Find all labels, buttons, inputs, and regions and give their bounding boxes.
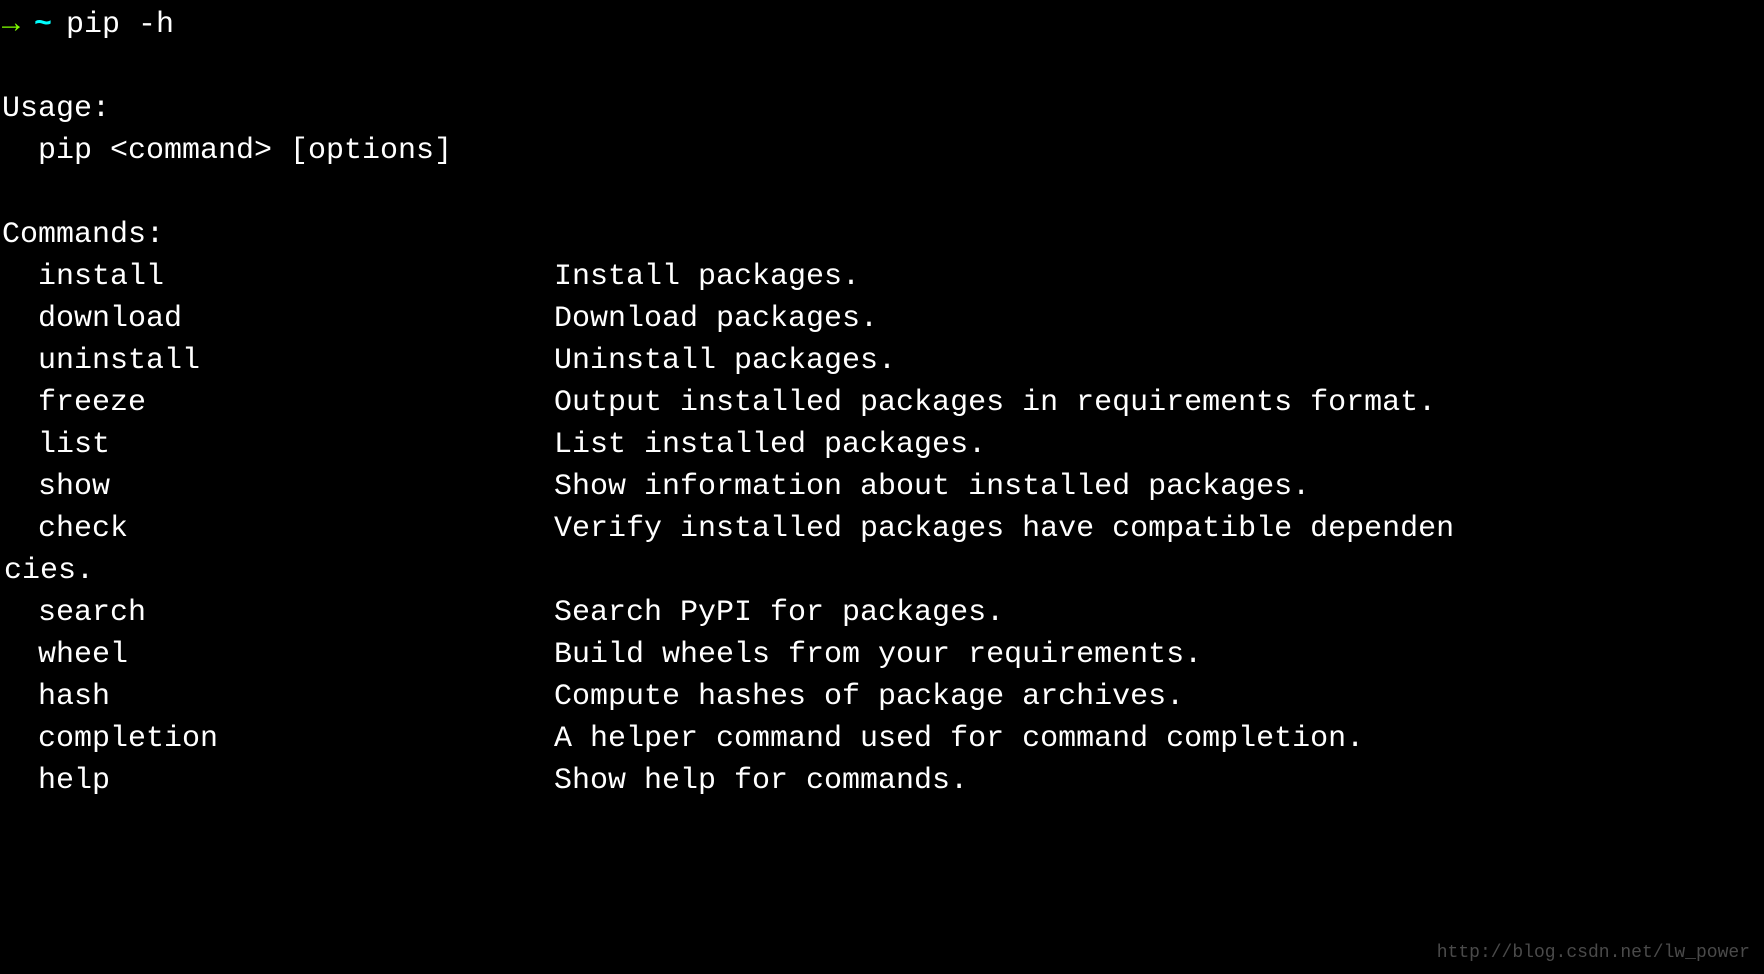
command-row: showShow information about installed pac…: [2, 466, 1762, 508]
command-name: hash: [38, 676, 554, 718]
command-description: Verify installed packages have compatibl…: [554, 508, 1762, 550]
command-description: A helper command used for command comple…: [554, 718, 1762, 760]
commands-header: Commands:: [2, 214, 1762, 256]
command-description: Compute hashes of package archives.: [554, 676, 1762, 718]
command-name: uninstall: [38, 340, 554, 382]
command-name: install: [38, 256, 554, 298]
commands-list: installInstall packages.downloadDownload…: [2, 256, 1762, 802]
command-row: freezeOutput installed packages in requi…: [2, 382, 1762, 424]
command-name: freeze: [38, 382, 554, 424]
command-description: Build wheels from your requirements.: [554, 634, 1762, 676]
usage-syntax: pip <command> [options]: [2, 130, 1762, 172]
command-description: Output installed packages in requirement…: [554, 382, 1762, 424]
command-row: hashCompute hashes of package archives.: [2, 676, 1762, 718]
command-name: search: [38, 592, 554, 634]
prompt-line[interactable]: → ~ pip -h: [2, 4, 1762, 46]
command-row: downloadDownload packages.: [2, 298, 1762, 340]
command-name: download: [38, 298, 554, 340]
command-description: Search PyPI for packages.: [554, 592, 1762, 634]
prompt-command: pip -h: [66, 4, 174, 46]
command-description: Install packages.: [554, 256, 1762, 298]
command-description: Download packages.: [554, 298, 1762, 340]
command-row: installInstall packages.: [2, 256, 1762, 298]
command-name: completion: [38, 718, 554, 760]
command-description: Show information about installed package…: [554, 466, 1762, 508]
command-row: completionA helper command used for comm…: [2, 718, 1762, 760]
command-name: help: [38, 760, 554, 802]
watermark: http://blog.csdn.net/lw_power: [1437, 941, 1750, 966]
prompt-tilde: ~: [34, 4, 52, 46]
command-row: searchSearch PyPI for packages.: [2, 592, 1762, 634]
command-name: check: [38, 508, 554, 550]
command-description: Show help for commands.: [554, 760, 1762, 802]
command-row: helpShow help for commands.: [2, 760, 1762, 802]
command-name: list: [38, 424, 554, 466]
command-row: uninstallUninstall packages.: [2, 340, 1762, 382]
command-description: List installed packages.: [554, 424, 1762, 466]
prompt-arrow-icon: →: [2, 4, 20, 46]
command-name: show: [38, 466, 554, 508]
command-name: wheel: [38, 634, 554, 676]
command-row: wheelBuild wheels from your requirements…: [2, 634, 1762, 676]
command-row: checkVerify installed packages have comp…: [2, 508, 1762, 550]
command-row: listList installed packages.: [2, 424, 1762, 466]
usage-header: Usage:: [2, 88, 1762, 130]
command-description-overflow: cies.: [2, 550, 1762, 592]
command-description: Uninstall packages.: [554, 340, 1762, 382]
